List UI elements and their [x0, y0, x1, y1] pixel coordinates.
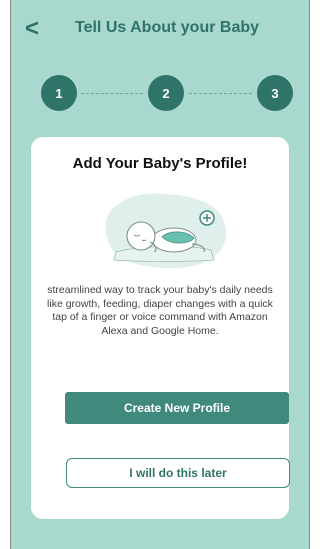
- back-arrow-icon[interactable]: <: [25, 17, 45, 41]
- step-3: 3: [257, 75, 293, 111]
- step-connector: [81, 93, 143, 94]
- step-2: 2: [148, 75, 184, 111]
- step-1: 1: [41, 75, 77, 111]
- step-connector: [189, 93, 252, 94]
- card-description: streamlined way to track your baby's dai…: [47, 284, 273, 337]
- profile-card: Add Your Baby's Profile! streamlined way…: [31, 137, 290, 519]
- do-later-button[interactable]: I will do this later: [66, 458, 290, 488]
- create-new-profile-button[interactable]: Create New Profile: [65, 392, 289, 424]
- step-indicator: 1 2 3: [11, 68, 309, 118]
- page-title: Tell Us About your Baby: [75, 19, 260, 36]
- sleeping-baby-illustration: [105, 193, 227, 269]
- header: < Tell Us About your Baby: [11, 0, 309, 58]
- card-title: Add Your Baby's Profile!: [72, 155, 248, 172]
- app-screen: < Tell Us About your Baby 1 2 3 Add Your…: [10, 0, 310, 549]
